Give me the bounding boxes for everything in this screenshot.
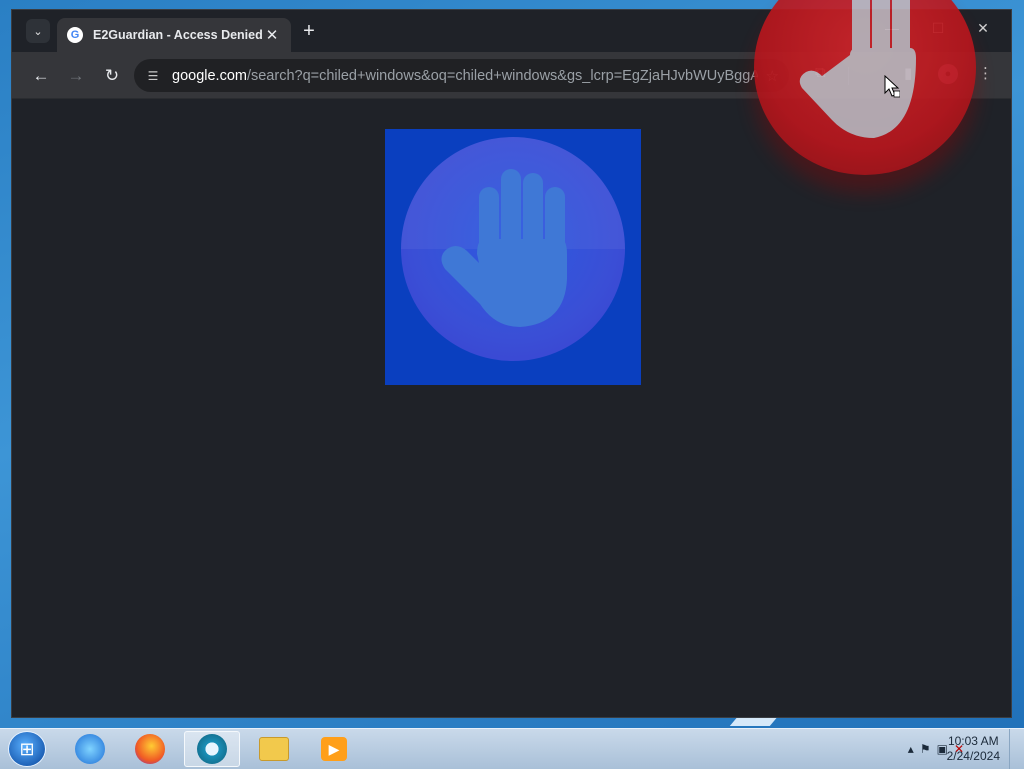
forward-button[interactable]: → bbox=[65, 65, 87, 87]
tab-bar: ⌄ G E2Guardian - Access Denied ✕ + — ☐ ✕ bbox=[12, 10, 1011, 52]
close-button[interactable]: ✕ bbox=[968, 20, 998, 37]
show-hidden-icons-icon[interactable]: ▴ bbox=[908, 742, 914, 756]
action-center-flag-icon[interactable]: ⚑ bbox=[920, 742, 931, 756]
clock-date: 2/24/2024 bbox=[946, 749, 1000, 763]
taskbar: ▶ ▴ ⚑ ▣ ✕ 10:03 AM 2/24/2024 bbox=[0, 728, 1024, 769]
internet-explorer-icon[interactable] bbox=[62, 731, 118, 767]
blocked-stop-image bbox=[385, 129, 641, 385]
toolbar-separator bbox=[848, 67, 849, 85]
new-tab-button[interactable]: + bbox=[298, 21, 320, 43]
minimize-button[interactable]: — bbox=[877, 20, 907, 36]
url-text[interactable]: google.com/search?q=chiled+windows&oq=ch… bbox=[172, 68, 758, 84]
chrome-icon[interactable] bbox=[184, 731, 240, 767]
bookmark-star-icon[interactable]: ☆ bbox=[766, 67, 779, 85]
clock-time: 10:03 AM bbox=[947, 734, 999, 748]
tab-search-button[interactable]: ⌄ bbox=[26, 19, 50, 43]
address-bar[interactable]: ☰ google.com/search?q=chiled+windows&oq=… bbox=[134, 59, 789, 92]
start-button[interactable] bbox=[8, 731, 46, 767]
clock[interactable]: 10:03 AM 2/24/2024 bbox=[947, 734, 1000, 764]
maximize-button[interactable]: ☐ bbox=[923, 20, 953, 37]
stop-hand-icon bbox=[441, 169, 567, 327]
site-info-icon[interactable]: ☰ bbox=[144, 67, 162, 85]
url-path: /search?q=chiled+windows&oq=chiled+windo… bbox=[246, 67, 758, 84]
side-panel-icon[interactable]: ▮ bbox=[904, 64, 912, 82]
tab-close-icon[interactable]: ✕ bbox=[263, 26, 281, 44]
back-button[interactable]: ← bbox=[30, 65, 52, 87]
show-desktop-button[interactable] bbox=[1009, 729, 1024, 769]
browser-window: ⌄ G E2Guardian - Access Denied ✕ + — ☐ ✕… bbox=[11, 0, 1012, 718]
google-g-icon: G bbox=[67, 27, 83, 43]
extensions-icon[interactable]: ⧉ bbox=[815, 64, 826, 81]
page-content bbox=[12, 99, 1011, 717]
mouse-cursor-icon bbox=[884, 75, 900, 98]
url-host: google.com bbox=[172, 67, 247, 84]
tab-active[interactable]: G E2Guardian - Access Denied ✕ bbox=[57, 18, 291, 52]
file-explorer-icon[interactable] bbox=[246, 731, 302, 767]
media-player-icon[interactable]: ▶ bbox=[306, 731, 362, 767]
reload-button[interactable]: ↻ bbox=[101, 65, 123, 87]
tab-title: E2Guardian - Access Denied bbox=[93, 28, 263, 42]
more-menu-icon[interactable]: ⋮ bbox=[978, 64, 993, 82]
toolbar: ← → ↻ ☰ google.com/search?q=chiled+windo… bbox=[12, 52, 1011, 99]
profile-avatar-icon[interactable]: ● bbox=[938, 64, 958, 84]
firefox-icon[interactable] bbox=[122, 731, 178, 767]
